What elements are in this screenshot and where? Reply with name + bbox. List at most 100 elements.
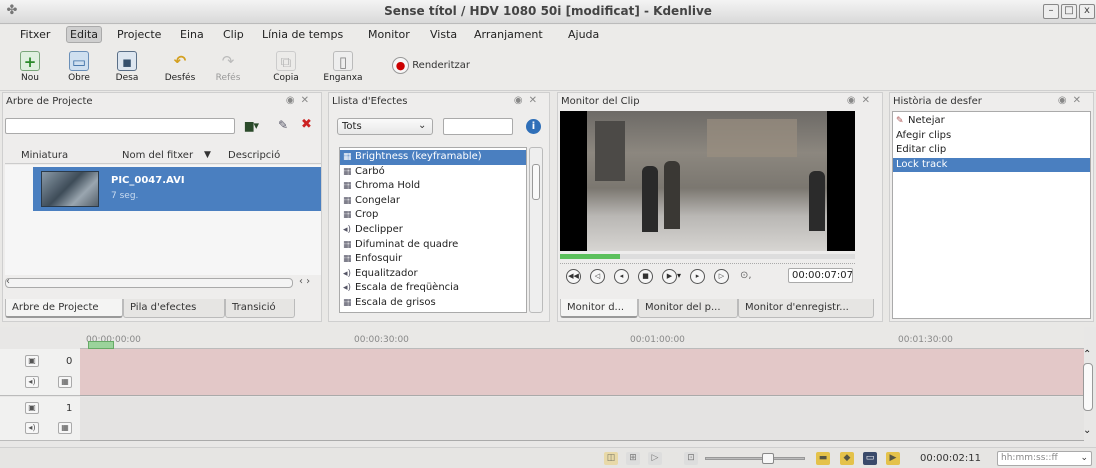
audio-track[interactable] [80,397,1084,441]
zoom-icon[interactable]: ⊙, [740,270,752,281]
rewind-icon[interactable]: ◁ [590,269,605,284]
audio-track-icon[interactable]: ◆ [840,452,854,465]
list-item[interactable]: PIC_0047.AVI 7 seg. [33,167,321,211]
search-input[interactable] [5,118,235,134]
transition-icon[interactable]: ▶ [886,452,900,465]
zoom-slider-handle[interactable] [762,453,774,464]
scroll-arrows-icon[interactable]: ‹ › [299,276,310,287]
thumbnails-icon[interactable]: ▷ [648,452,662,465]
marker-icon[interactable]: ▭ [863,452,877,465]
person-figure [664,161,680,229]
next-frame-icon[interactable]: ▸ [690,269,705,284]
edit-clip-icon[interactable]: ✎ [278,118,288,132]
effect-list-item[interactable]: ▦ Difuminat de quadre [340,238,526,253]
scroll-thumb[interactable] [532,164,540,200]
split-audio-icon[interactable]: ⊞ [626,452,640,465]
scroll-thumb[interactable] [1083,363,1093,411]
effect-list-item[interactable]: ◂) Declipper [340,223,526,238]
effect-list-item[interactable]: ▦ Chroma Hold [340,179,526,194]
history-item[interactable]: Lock track [893,157,1090,173]
tab-project-tree[interactable]: Arbre de Projecte [5,299,123,318]
info-icon[interactable]: i [526,119,541,134]
menu-linia-de-temps[interactable]: Línia de temps [262,28,343,41]
video-frame[interactable] [560,111,855,251]
scroll-left-icon[interactable]: ‹ [6,276,10,287]
monitor-timecode-input[interactable]: 00:00:07:07 [788,268,853,283]
menu-monitor[interactable]: Monitor [368,28,410,41]
effect-list-item[interactable]: ▦ Carbó [340,165,526,180]
effect-list-item[interactable]: ◂) Escala de freqüència [340,281,526,296]
seek-start-icon[interactable]: ◀◀ [566,269,581,284]
lock-icon[interactable]: ▣ [25,402,39,414]
effect-search-input[interactable] [443,118,513,135]
video-hide-icon[interactable]: ▦ [58,376,72,388]
tab-transition[interactable]: Transició [225,299,295,318]
video-track[interactable] [80,349,1084,396]
effect-list-item[interactable]: ▦ Enfosquir [340,252,526,267]
panel-controls[interactable]: ◉✕ [1058,95,1087,106]
tab-clip-monitor[interactable]: Monitor d... [560,299,638,318]
history-item[interactable]: ✎ Netejar [893,114,1090,129]
copy-button[interactable]: ⧉ Copia [270,51,302,89]
minimize-button[interactable]: – [1043,4,1059,19]
playhead-zone[interactable] [88,341,114,349]
history-item[interactable]: Afegir clips [893,129,1090,144]
timecode-format-select[interactable]: hh:mm:ss::ff ⌄ [997,451,1092,466]
menu-edita[interactable]: Edita [66,26,103,43]
timeline-scrollbar[interactable]: ⌃ ⌄ [1082,349,1094,441]
timeline-ruler[interactable]: 00:00:00:00 00:00:30:00 00:01:00:00 00:0… [80,327,1084,349]
delete-clip-icon[interactable]: ✖ [301,117,312,132]
redo-button[interactable]: ↷ Refés [212,51,244,89]
render-button[interactable]: ● Renderitzar [392,57,492,79]
effect-list-item[interactable]: ◂) Equalitzador [340,267,526,282]
panel-controls[interactable]: ◉✕ [514,95,543,106]
play-icon[interactable]: ▶ [662,269,677,284]
panel-controls[interactable]: ◉✕ [847,95,876,106]
lock-icon[interactable]: ▣ [25,355,39,367]
add-clip-icon[interactable]: ▆▾ [245,119,259,132]
zoom-slider[interactable] [705,453,805,464]
menu-eina[interactable]: Eina [180,28,204,41]
forward-icon[interactable]: ▷ [714,269,729,284]
horizontal-scrollbar[interactable] [5,278,293,288]
new-button[interactable]: + Nou [16,51,44,89]
close-button[interactable]: x [1079,4,1095,19]
effect-filter-select[interactable]: Tots ⌄ [337,118,433,135]
effect-list-item[interactable]: ▦ Brightness (keyframable) [340,150,526,165]
effect-list-item[interactable]: ▦ Crop [340,208,526,223]
menu-vista[interactable]: Vista [430,28,457,41]
history-item[interactable]: Editar clip [893,143,1090,158]
menu-fitxer[interactable]: Fitxer [20,28,50,41]
timeline: 00:00:00:00 00:00:30:00 00:01:00:00 00:0… [0,327,1096,447]
audio-mute-icon[interactable]: ◂) [25,422,39,434]
effects-scrollbar[interactable] [529,147,543,313]
paste-button[interactable]: ▯ Enganxa [320,51,366,89]
undo-button[interactable]: ↶ Desfés [160,51,200,89]
maximize-button[interactable]: □ [1061,4,1077,19]
save-button[interactable]: ▪ Desa [112,51,142,89]
tab-record-monitor[interactable]: Monitor d'enregistr... [738,299,874,318]
monitor-ruler[interactable] [560,254,855,259]
clip-list: PIC_0047.AVI 7 seg. [5,165,321,275]
tab-effect-stack[interactable]: Pila d'efectes [123,299,225,318]
audio-mute-icon[interactable]: ◂) [25,376,39,388]
stop-icon[interactable]: ■ [638,269,653,284]
open-button[interactable]: ▭ Obre [64,51,94,89]
snap-icon[interactable]: ◫ [604,452,618,465]
menu-ajuda[interactable]: Ajuda [568,28,599,41]
scroll-up-icon[interactable]: ⌃ [1083,349,1091,360]
previous-frame-icon[interactable]: ◂ [614,269,629,284]
play-menu-chevron-icon[interactable]: ▾ [677,271,681,280]
scroll-down-icon[interactable]: ⌄ [1083,425,1091,436]
effect-list-item[interactable]: ▦ Congelar [340,194,526,209]
tab-project-monitor[interactable]: Monitor del p... [638,299,738,318]
sort-chevron-icon[interactable]: ▼ [204,150,211,160]
effect-list-item[interactable]: ▦ Escala de grisos [340,296,526,311]
menu-arranjament[interactable]: Arranjament [474,28,543,41]
video-hide-icon[interactable]: ▦ [58,422,72,434]
panel-controls[interactable]: ◉✕ [286,95,315,106]
menu-projecte[interactable]: Projecte [117,28,161,41]
zoom-fit-icon[interactable]: ⊡ [684,452,698,465]
video-track-icon[interactable]: ▬ [816,452,830,465]
menu-clip[interactable]: Clip [223,28,244,41]
